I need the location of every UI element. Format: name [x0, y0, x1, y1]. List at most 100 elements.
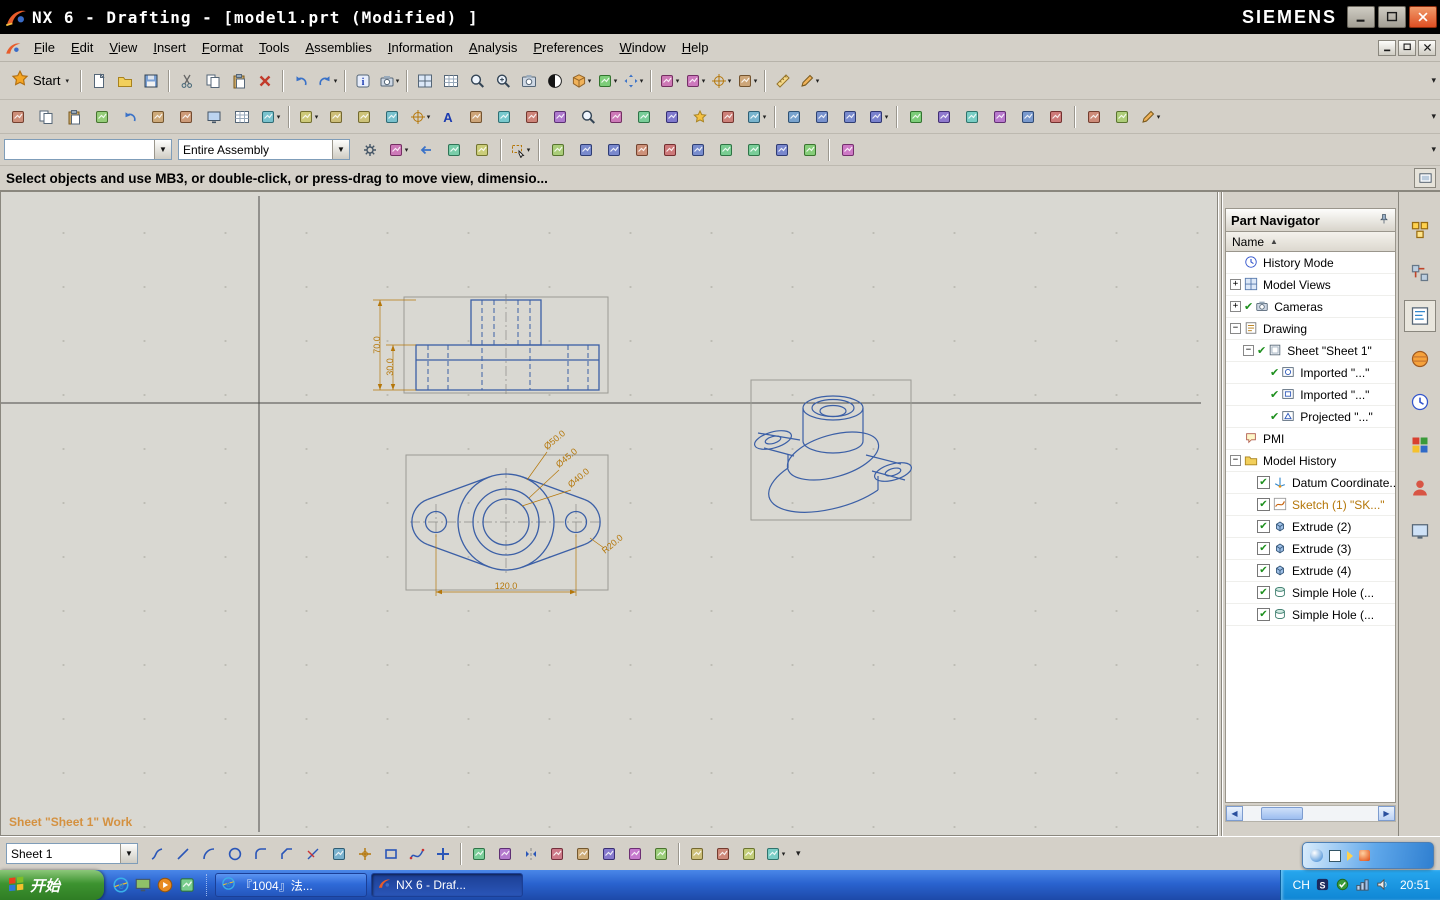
- image-button[interactable]: ▾: [742, 105, 770, 129]
- toolbar-overflow-icon[interactable]: ▾: [1431, 144, 1436, 155]
- tray-network[interactable]: [1355, 877, 1371, 893]
- ime-logo-icon[interactable]: [1310, 849, 1323, 862]
- part-navigator-header[interactable]: Part Navigator: [1225, 208, 1396, 232]
- copy-button[interactable]: [200, 68, 226, 94]
- offset-center-button[interactable]: [836, 105, 864, 129]
- animation-button[interactable]: [1042, 105, 1070, 129]
- bolt-circle-button[interactable]: [808, 105, 836, 129]
- front-view[interactable]: 70.0 30.0: [372, 294, 609, 396]
- remove-button[interactable]: [602, 105, 630, 129]
- share-selection-button[interactable]: [440, 138, 468, 162]
- save-button[interactable]: [138, 68, 164, 94]
- tree-item-cameras[interactable]: + ✔ Cameras: [1226, 296, 1395, 318]
- datum-plane-button[interactable]: ▾: [656, 68, 682, 94]
- magnify-button[interactable]: [574, 105, 602, 129]
- fit-curve-button[interactable]: [648, 841, 674, 867]
- constraints-button[interactable]: [622, 841, 648, 867]
- annotation-button[interactable]: [902, 105, 930, 129]
- ime-settings-icon[interactable]: [1359, 850, 1370, 861]
- tree-item-simple-hole[interactable]: ✔ Simple Hole (...: [1226, 604, 1395, 626]
- window-layout-button[interactable]: [438, 68, 464, 94]
- tree-checkbox[interactable]: ✔: [1257, 476, 1270, 489]
- pattern-curve-button[interactable]: [492, 841, 518, 867]
- view-alignment-button[interactable]: [1014, 105, 1042, 129]
- reuse-library-tab[interactable]: [1404, 343, 1436, 375]
- roles-tab[interactable]: [1404, 472, 1436, 504]
- delete-button[interactable]: [252, 68, 278, 94]
- mid-point-button[interactable]: [600, 138, 628, 162]
- ime-pen-icon[interactable]: [1347, 850, 1353, 861]
- arc-button[interactable]: [196, 841, 222, 867]
- dim-70[interactable]: 70.0: [372, 336, 382, 354]
- tree-item-projected[interactable]: ✔ Projected "...": [1226, 406, 1395, 428]
- section-line-button[interactable]: [930, 105, 958, 129]
- mirror-curve-button[interactable]: [518, 841, 544, 867]
- close-button[interactable]: [1409, 6, 1437, 28]
- horizontal-scrollbar[interactable]: ◀ ▶: [1225, 805, 1396, 822]
- snap-settings-button[interactable]: [796, 138, 824, 162]
- tree-item-extrude-4[interactable]: ✔ Extrude (4): [1226, 560, 1395, 582]
- center-mark-button[interactable]: [780, 105, 808, 129]
- menu-edit[interactable]: Edit: [63, 36, 101, 59]
- shaded-view-button[interactable]: [542, 68, 568, 94]
- rotate-view-button[interactable]: [144, 105, 172, 129]
- snap-point-button[interactable]: [544, 138, 572, 162]
- quick-trim-button[interactable]: [300, 841, 326, 867]
- model-view-button[interactable]: [986, 105, 1014, 129]
- point-on-curve-button[interactable]: [768, 138, 796, 162]
- selection-scope-combo[interactable]: Entire Assembly ▼: [178, 139, 350, 160]
- menu-preferences[interactable]: Preferences: [525, 36, 611, 59]
- tree-checkbox[interactable]: ✔: [1257, 564, 1270, 577]
- fillet-button[interactable]: [248, 841, 274, 867]
- studio-spline-button[interactable]: [404, 841, 430, 867]
- tree-item-imported[interactable]: ✔ Imported "...": [1226, 384, 1395, 406]
- expand-icon[interactable]: +: [1230, 301, 1241, 312]
- tree-item-simple-hole[interactable]: ✔ Simple Hole (...: [1226, 582, 1395, 604]
- information-button[interactable]: i: [350, 68, 376, 94]
- intersection-curve-button[interactable]: [544, 841, 570, 867]
- edit-sheet-button[interactable]: [60, 105, 88, 129]
- start-button[interactable]: 开始: [0, 870, 104, 900]
- tree-item-imported[interactable]: ✔ Imported "...": [1226, 362, 1395, 384]
- display-sheet-button[interactable]: [200, 105, 228, 129]
- quadrant-point-button[interactable]: [712, 138, 740, 162]
- dim-dia45[interactable]: Ø45.0: [554, 446, 579, 469]
- quicklaunch-media[interactable]: [156, 876, 174, 894]
- move-object-button[interactable]: ▾: [734, 68, 760, 94]
- constraint-navigator-tab[interactable]: [1404, 257, 1436, 289]
- quicklaunch-browser[interactable]: e: [112, 876, 130, 894]
- chamfer-button[interactable]: [274, 841, 300, 867]
- offset-curve-button[interactable]: [466, 841, 492, 867]
- zoom-window-button[interactable]: [464, 68, 490, 94]
- dimension-button[interactable]: ▾: [294, 105, 322, 129]
- tree-checkbox[interactable]: ✔: [1257, 520, 1270, 533]
- minimize-button[interactable]: [1347, 6, 1375, 28]
- top-view[interactable]: 120.0 Ø50.0 Ø45.0 Ø40.0 R20.0: [405, 428, 625, 596]
- menu-file[interactable]: File: [26, 36, 63, 59]
- open-button[interactable]: [112, 68, 138, 94]
- dim-dia50[interactable]: Ø50.0: [542, 428, 567, 451]
- start-menu-button[interactable]: Start ▾: [4, 68, 76, 94]
- selection-filter-combo[interactable]: ▼: [4, 139, 172, 160]
- datum-feature-button[interactable]: [686, 105, 714, 129]
- centerline-button[interactable]: ▾: [406, 105, 434, 129]
- dim-dia40[interactable]: Ø40.0: [566, 466, 591, 489]
- update-views-button[interactable]: [116, 105, 144, 129]
- ime-language-bar[interactable]: [1302, 842, 1434, 869]
- scroll-left-icon[interactable]: ◀: [1226, 806, 1243, 821]
- id-symbol-button[interactable]: [490, 105, 518, 129]
- menu-assemblies[interactable]: Assemblies: [297, 36, 379, 59]
- toolbar-overflow-icon[interactable]: ▾: [1431, 75, 1436, 86]
- expand-icon[interactable]: +: [1230, 279, 1241, 290]
- name-column-header[interactable]: Name ▲: [1225, 232, 1396, 252]
- tray-ime[interactable]: S: [1315, 877, 1331, 893]
- snapshot-button[interactable]: [516, 68, 542, 94]
- work-part-only-button[interactable]: [834, 138, 862, 162]
- sphere-button[interactable]: [736, 841, 762, 867]
- feature-parameters-button[interactable]: [350, 105, 378, 129]
- system-scenes-tab[interactable]: [1404, 515, 1436, 547]
- tree-checkbox[interactable]: ✔: [1257, 608, 1270, 621]
- cut-button[interactable]: [174, 68, 200, 94]
- menu-view[interactable]: View: [101, 36, 145, 59]
- collapse-icon[interactable]: −: [1243, 345, 1254, 356]
